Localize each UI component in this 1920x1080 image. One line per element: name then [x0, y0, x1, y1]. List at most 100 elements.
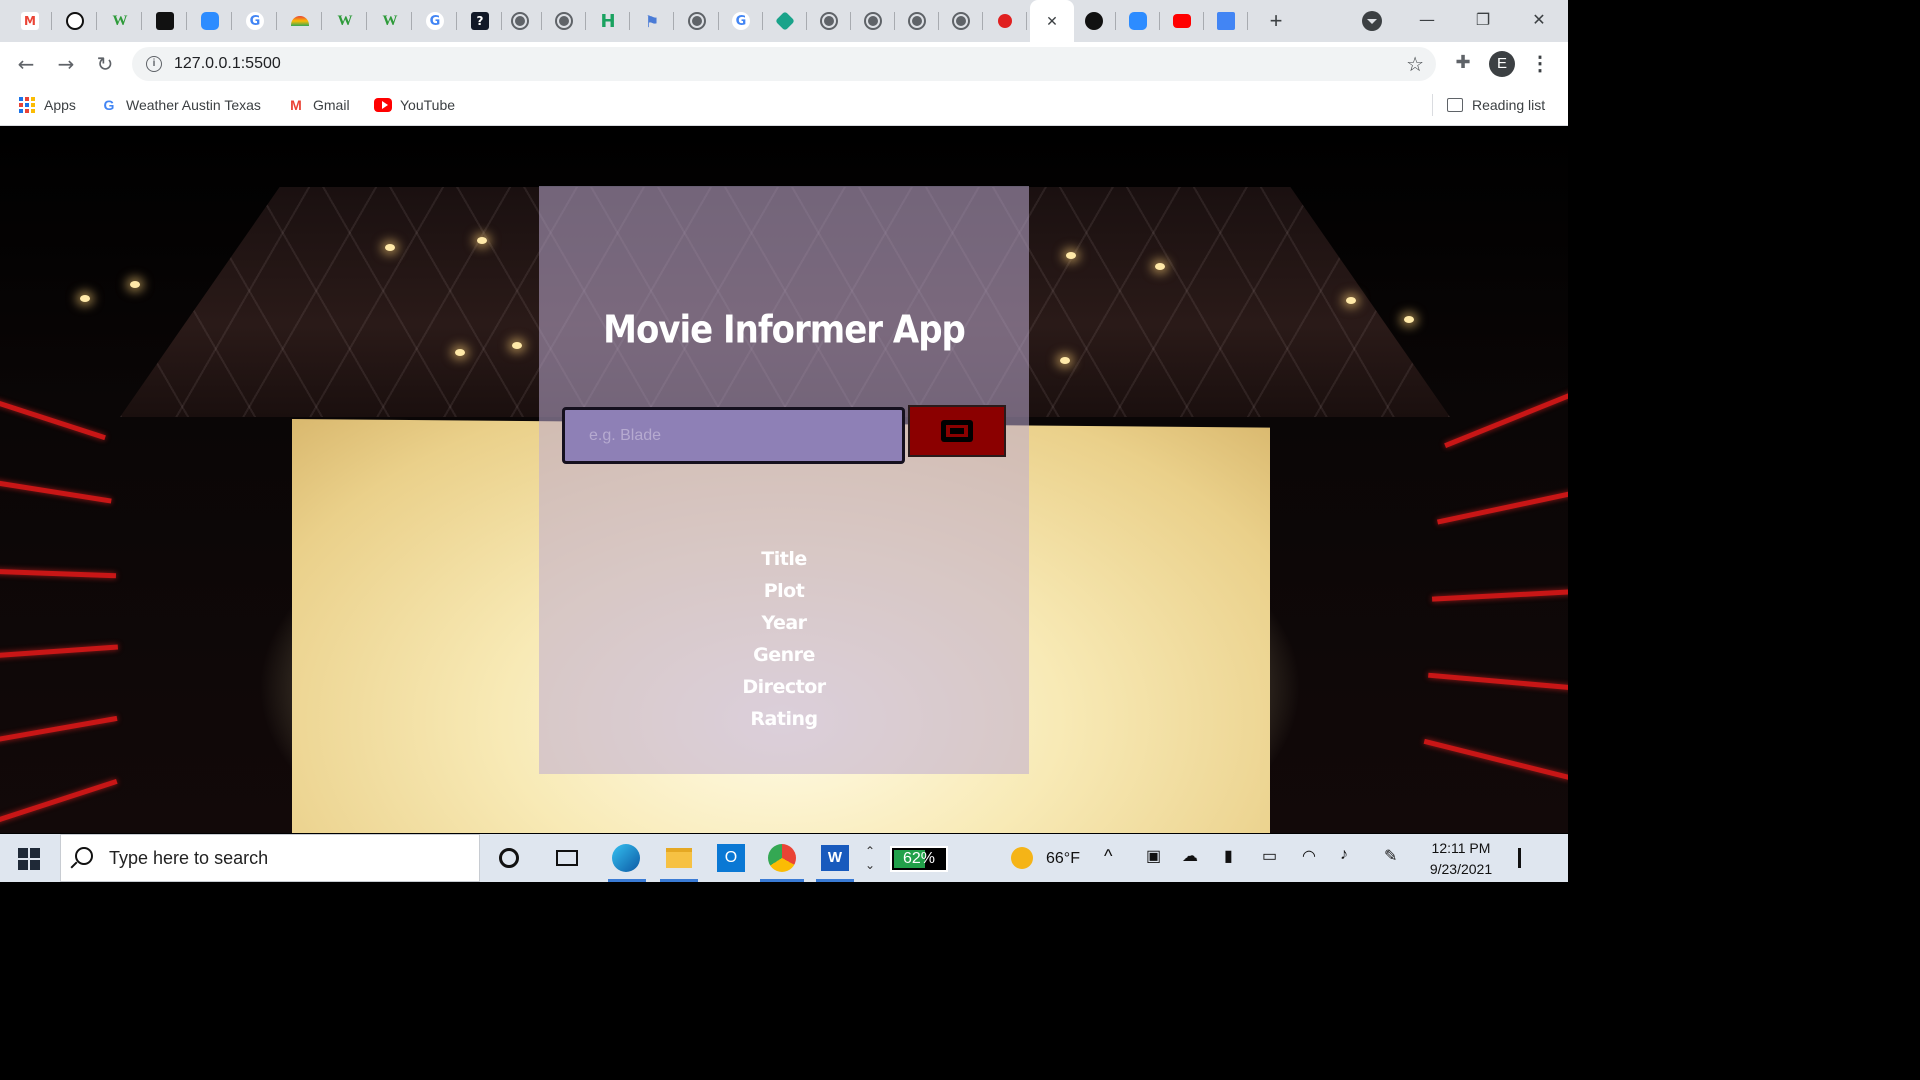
tab-docs[interactable]: [1204, 0, 1248, 42]
globe-icon: [511, 12, 529, 30]
bookmark-star-icon[interactable]: ☆: [1406, 52, 1424, 77]
weather-sun-icon[interactable]: [1011, 847, 1033, 869]
show-desktop-button[interactable]: [1518, 848, 1521, 868]
microphone-icon[interactable]: ▮: [1224, 846, 1233, 866]
bookmark-apps[interactable]: Apps: [18, 94, 76, 116]
forward-button[interactable]: →: [52, 50, 80, 78]
bookmark-weather[interactable]: G Weather Austin Texas: [100, 94, 261, 116]
movie-genre-field: Genre: [753, 644, 815, 666]
tab-w3schools-2[interactable]: W: [323, 0, 367, 42]
reload-button[interactable]: ↻: [91, 50, 119, 78]
profile-avatar[interactable]: E: [1489, 51, 1515, 77]
meet-now-icon[interactable]: ▣: [1146, 846, 1161, 866]
globe-icon: [908, 12, 926, 30]
battery-indicator[interactable]: 62%: [890, 846, 948, 872]
tab-youtube[interactable]: [1160, 0, 1204, 42]
red-wall-strip: [1423, 738, 1568, 781]
tab-globe-5[interactable]: [851, 0, 895, 42]
tab-globe-3[interactable]: [675, 0, 719, 42]
tab-google-1[interactable]: G: [233, 0, 277, 42]
tab-globe-7[interactable]: [939, 0, 983, 42]
tab-globe-2[interactable]: [542, 0, 586, 42]
edge-icon[interactable]: [612, 844, 640, 872]
bookmark-gmail[interactable]: M Gmail: [287, 94, 349, 116]
reading-list-button[interactable]: Reading list: [1446, 94, 1545, 116]
task-view-icon[interactable]: [553, 844, 581, 872]
file-explorer-icon[interactable]: [665, 844, 693, 872]
record-icon: [998, 14, 1012, 28]
ceiling-light: [1346, 297, 1356, 304]
tab-active-movie-app[interactable]: ✕: [1030, 0, 1074, 42]
show-hidden-icons[interactable]: ^: [1104, 846, 1112, 867]
bookmark-label: Apps: [44, 97, 76, 113]
tab-diamond[interactable]: [763, 0, 807, 42]
back-button[interactable]: ←: [12, 50, 40, 78]
tab-globe-1[interactable]: [498, 0, 542, 42]
globe-icon: [820, 12, 838, 30]
battery-tray-icon[interactable]: ▭: [1262, 846, 1277, 866]
rainbow-icon: [291, 16, 309, 26]
taskbar-clock[interactable]: 12:11 PM 9/23/2021: [1420, 838, 1502, 880]
volume-icon[interactable]: ♪: [1340, 846, 1348, 864]
clock-date: 9/23/2021: [1429, 861, 1493, 877]
site-info-icon[interactable]: i: [146, 56, 162, 72]
extensions-puzzle-icon[interactable]: ✚: [1452, 52, 1474, 74]
tab-soccer[interactable]: [53, 0, 97, 42]
minimize-button[interactable]: —: [1412, 6, 1442, 34]
tab-github[interactable]: [1072, 0, 1116, 42]
google-icon: G: [103, 97, 115, 113]
tab-question[interactable]: ?: [458, 0, 502, 42]
close-tab-icon[interactable]: ✕: [1046, 13, 1058, 30]
chrome-icon[interactable]: [768, 844, 796, 872]
red-wall-strip: [0, 398, 106, 441]
tab-h[interactable]: H: [586, 0, 630, 42]
tab-w3schools-1[interactable]: W: [98, 0, 142, 42]
tab-zoom-2[interactable]: [1116, 0, 1160, 42]
word-icon[interactable]: W: [821, 844, 849, 872]
outlook-icon[interactable]: O: [717, 844, 745, 872]
windows-start-icon[interactable]: [18, 848, 40, 870]
tab-globe-6[interactable]: [895, 0, 939, 42]
address-bar[interactable]: i 127.0.0.1:5500 ☆: [132, 47, 1436, 81]
address-url[interactable]: 127.0.0.1:5500: [174, 55, 281, 73]
new-tab-button[interactable]: +: [1262, 8, 1290, 34]
pen-icon[interactable]: ✎: [1384, 846, 1397, 866]
tab-globe-4[interactable]: [807, 0, 851, 42]
tab-rainbow[interactable]: [278, 0, 322, 42]
ceiling-light: [1155, 263, 1165, 270]
overflow-chevron-icon[interactable]: ⌃ ⌄: [862, 844, 878, 872]
tab-flag[interactable]: ⚑: [630, 0, 674, 42]
bookmark-youtube[interactable]: YouTube: [374, 94, 455, 116]
apps-grid-icon: [18, 96, 36, 114]
ceiling-light: [1066, 252, 1076, 259]
weather-temperature[interactable]: 66°F: [1046, 850, 1080, 868]
browser-menu-icon[interactable]: ⋮: [1530, 51, 1550, 77]
search-button[interactable]: [908, 405, 1006, 457]
movie-year-field: Year: [761, 612, 807, 634]
bookmark-label: YouTube: [400, 97, 456, 113]
w3schools-icon: W: [337, 12, 353, 29]
movie-search-input[interactable]: [562, 407, 905, 464]
gmail-icon: M: [21, 12, 39, 30]
cortana-icon[interactable]: [495, 844, 523, 872]
close-window-button[interactable]: ✕: [1524, 6, 1554, 34]
tab-gmail[interactable]: M: [8, 0, 52, 42]
soccer-ball-icon: [66, 12, 84, 30]
tab-search-icon[interactable]: [1362, 11, 1382, 31]
tab-zoom-1[interactable]: [188, 0, 232, 42]
movie-app-card: Movie Informer App Title Plot Year Genre…: [539, 186, 1029, 774]
tab-google-3[interactable]: G: [719, 0, 763, 42]
reading-list-label: Reading list: [1472, 97, 1546, 113]
maximize-button[interactable]: ❐: [1468, 6, 1498, 34]
ceiling-light: [130, 281, 140, 288]
wifi-icon[interactable]: ◠: [1302, 846, 1316, 866]
red-wall-strip: [1431, 589, 1568, 602]
taskbar-search-box[interactable]: Type here to search: [60, 834, 480, 882]
ceiling-light: [385, 244, 395, 251]
tab-record[interactable]: [983, 0, 1027, 42]
tab-google-2[interactable]: G: [413, 0, 457, 42]
onedrive-cloud-icon[interactable]: ☁: [1182, 846, 1198, 866]
tab-w3schools-3[interactable]: W: [368, 0, 412, 42]
ticket-icon: [941, 420, 973, 442]
tab-speech[interactable]: [143, 0, 187, 42]
